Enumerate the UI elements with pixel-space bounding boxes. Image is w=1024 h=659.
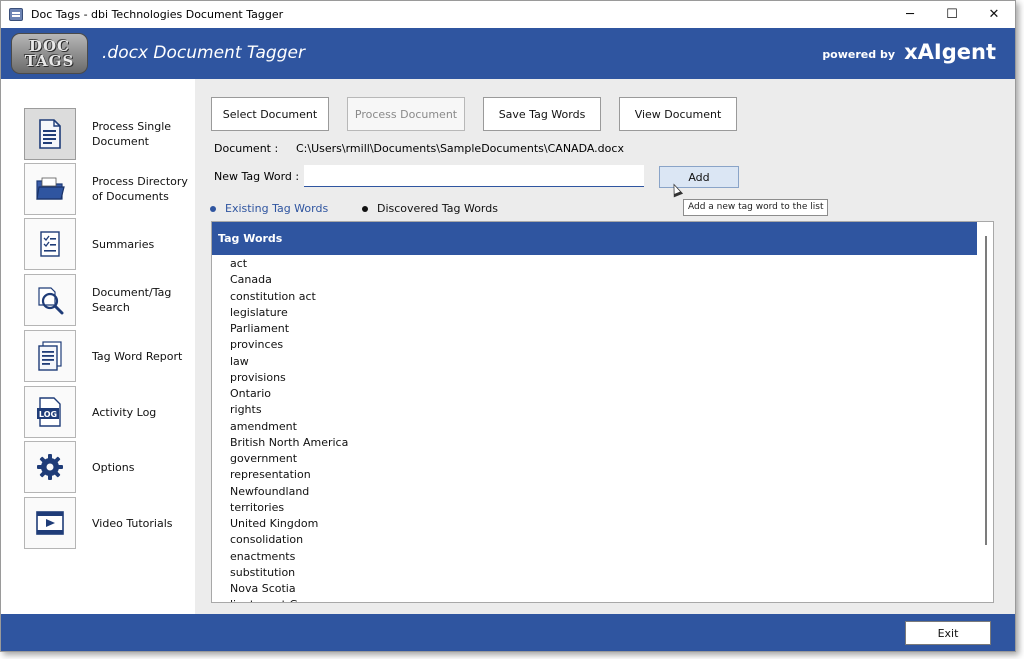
sidebar-item-document-tag-search[interactable]: Document/Tag Search bbox=[24, 274, 192, 326]
list-item[interactable]: Parliament bbox=[212, 321, 978, 337]
brand-name: xAIgent bbox=[904, 40, 996, 64]
list-item[interactable]: constitution act bbox=[212, 289, 978, 305]
list-item[interactable]: amendment bbox=[212, 419, 978, 435]
sidebar-item-label: Process Directory of Documents bbox=[92, 175, 188, 203]
sidebar-item-label: Process Single Document bbox=[92, 120, 172, 148]
list-item[interactable]: provinces bbox=[212, 337, 978, 353]
log-icon: LOG bbox=[24, 386, 76, 438]
powered-by-label: powered by bbox=[822, 48, 895, 61]
list-item[interactable]: rights bbox=[212, 402, 978, 418]
video-icon bbox=[24, 497, 76, 549]
list-item[interactable]: Ontario bbox=[212, 386, 978, 402]
app-title: .docx Document Tagger bbox=[102, 43, 305, 63]
discovered-tag-words-option[interactable]: Discovered Tag Words bbox=[362, 202, 498, 215]
list-item[interactable]: enactments bbox=[212, 549, 978, 565]
sidebar-item-video-tutorials[interactable]: Video Tutorials bbox=[24, 497, 192, 549]
title-bar: Doc Tags - dbi Technologies Document Tag… bbox=[1, 1, 1015, 28]
list-item[interactable]: substitution bbox=[212, 565, 978, 581]
tag-words-header[interactable]: Tag Words bbox=[212, 222, 978, 255]
sidebar-item-process-directory[interactable]: Process Directory of Documents bbox=[24, 163, 192, 215]
sidebar-item-label: Document/Tag Search bbox=[92, 286, 172, 314]
radio-dot-icon bbox=[362, 205, 368, 212]
window-controls: ─ ☐ ✕ bbox=[889, 1, 1015, 28]
radio-selected-icon bbox=[210, 205, 216, 212]
sidebar-item-activity-log[interactable]: LOG Activity Log bbox=[24, 386, 192, 438]
header-banner: DOC TAGS .docx Document Tagger powered b… bbox=[1, 28, 1015, 79]
sidebar-item-label: Video Tutorials bbox=[92, 516, 173, 530]
exit-button[interactable]: Exit bbox=[905, 621, 991, 645]
main-panel: Select Document Process Document Save Ta… bbox=[195, 79, 1015, 614]
sidebar-item-label: Activity Log bbox=[92, 405, 157, 419]
sidebar-item-options[interactable]: Options bbox=[24, 441, 192, 493]
minimize-button[interactable]: ─ bbox=[889, 1, 931, 28]
process-document-button[interactable]: Process Document bbox=[347, 97, 465, 131]
folder-icon bbox=[24, 163, 76, 215]
tag-words-list: Tag Words act Canada constitution act legis… bbox=[211, 221, 994, 603]
list-item[interactable]: Canada bbox=[212, 272, 978, 288]
sidebar-item-summaries[interactable]: Summaries bbox=[24, 218, 192, 270]
list-item[interactable]: law bbox=[212, 354, 978, 370]
add-tooltip: Add a new tag word to the list bbox=[683, 199, 829, 216]
gear-icon bbox=[24, 441, 76, 493]
sidebar-item-label: Tag Word Report bbox=[92, 349, 183, 363]
list-item[interactable]: Newfoundland bbox=[212, 484, 978, 500]
view-document-button[interactable]: View Document bbox=[619, 97, 737, 131]
sidebar-item-label: Options bbox=[92, 460, 135, 474]
list-item[interactable]: Nova Scotia bbox=[212, 581, 978, 597]
sidebar: Process Single Document Process Director… bbox=[1, 79, 195, 614]
select-document-button[interactable]: Select Document bbox=[211, 97, 329, 131]
list-item[interactable]: provisions bbox=[212, 370, 978, 386]
tag-words-list-body: act Canada constitution act legislature Parl… bbox=[212, 256, 978, 602]
vertical-scrollbar[interactable] bbox=[977, 222, 993, 602]
document-label: Document : bbox=[214, 142, 279, 155]
new-tag-word-label: New Tag Word : bbox=[214, 170, 300, 183]
close-button[interactable]: ✕ bbox=[973, 1, 1015, 28]
existing-tag-words-label: Existing Tag Words bbox=[225, 202, 329, 215]
list-item[interactable]: United Kingdom bbox=[212, 516, 978, 532]
list-item[interactable]: representation bbox=[212, 467, 978, 483]
summary-icon bbox=[24, 218, 76, 270]
list-item[interactable]: act bbox=[212, 256, 978, 272]
app-window: Doc Tags - dbi Technologies Document Tag… bbox=[0, 0, 1016, 652]
sidebar-item-tag-word-report[interactable]: Tag Word Report bbox=[24, 330, 192, 382]
document-path: C:\Users\rmill\Documents\SampleDocuments… bbox=[296, 142, 624, 155]
log-icon-text: LOG bbox=[39, 410, 57, 419]
report-icon bbox=[24, 330, 76, 382]
discovered-tag-words-label: Discovered Tag Words bbox=[377, 202, 498, 215]
sidebar-item-process-single[interactable]: Process Single Document bbox=[24, 108, 192, 160]
logo-line2: TAGS bbox=[24, 51, 75, 70]
search-icon bbox=[24, 274, 76, 326]
new-tag-word-input[interactable] bbox=[304, 165, 644, 187]
document-icon bbox=[24, 108, 76, 160]
list-item[interactable]: legislature bbox=[212, 305, 978, 321]
save-tag-words-button[interactable]: Save Tag Words bbox=[483, 97, 601, 131]
window-title: Doc Tags - dbi Technologies Document Tag… bbox=[31, 8, 284, 21]
sidebar-item-label: Summaries bbox=[92, 237, 155, 251]
app-icon bbox=[9, 8, 23, 21]
footer-bar: Exit bbox=[1, 614, 1015, 651]
list-item[interactable]: consolidation bbox=[212, 532, 978, 548]
doc-tags-logo: DOC TAGS bbox=[11, 33, 88, 74]
list-item[interactable]: lieutenant Governor bbox=[212, 597, 978, 602]
list-item[interactable]: British North America bbox=[212, 435, 978, 451]
existing-tag-words-option[interactable]: Existing Tag Words bbox=[210, 202, 328, 215]
maximize-button[interactable]: ☐ bbox=[931, 1, 973, 28]
list-item[interactable]: government bbox=[212, 451, 978, 467]
scrollbar-thumb[interactable] bbox=[985, 236, 987, 545]
list-item[interactable]: territories bbox=[212, 500, 978, 516]
